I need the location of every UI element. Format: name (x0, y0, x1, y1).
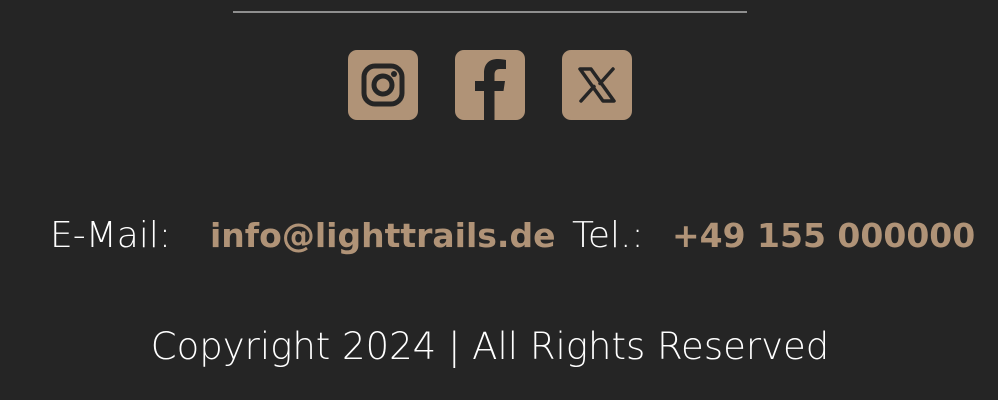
instagram-button[interactable] (348, 50, 418, 120)
x-icon (578, 67, 616, 103)
x-button[interactable] (562, 50, 632, 120)
facebook-button[interactable] (455, 50, 525, 120)
tel-link[interactable]: +49 155 000000 (672, 208, 975, 264)
tel-label: Tel.: (572, 215, 644, 256)
email-link[interactable]: info@lighttrails.de (210, 208, 555, 264)
facebook-icon (475, 59, 506, 120)
instagram-icon (361, 63, 405, 107)
footer-divider (233, 11, 747, 13)
copyright-text: Copyright 2024 | All Rights Reserved (150, 325, 830, 368)
email-label: E-Mail: (50, 215, 171, 256)
contact-line: E-Mail: info@lighttrails.de Tel.: +49 15… (0, 208, 998, 264)
